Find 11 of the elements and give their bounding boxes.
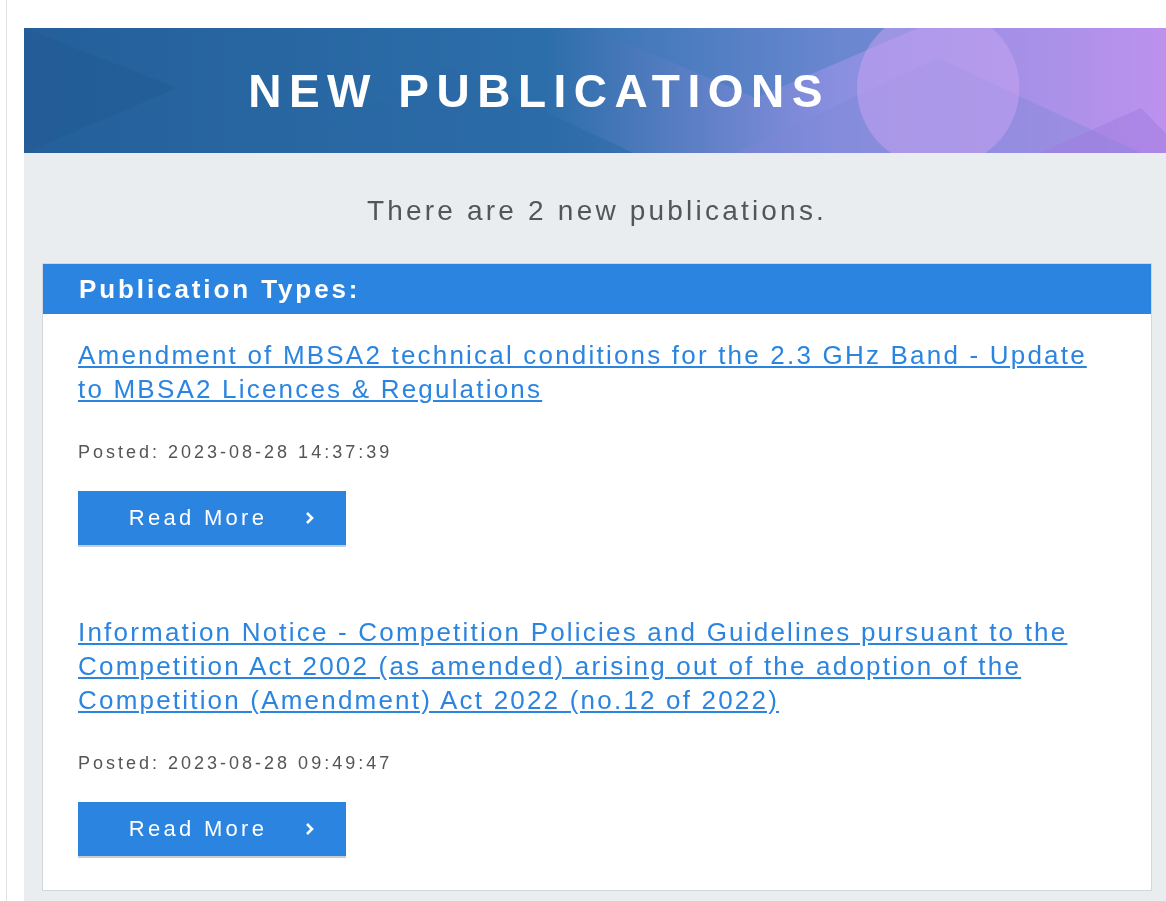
posted-date: Posted: 2023-08-28 09:49:47 (78, 753, 394, 774)
posted-date: Posted: 2023-08-28 14:37:39 (78, 442, 394, 463)
banner-title: NEW PUBLICATIONS (247, 63, 831, 118)
publication-link[interactable]: Amendment of MBSA2 technical conditions for the 2.3 GHz Band - Update to MBSA2 Licences & Regulations (78, 338, 1113, 406)
chevron-icon (305, 511, 316, 525)
read-more-button[interactable]: Read More (78, 491, 346, 547)
section-title: Publication Types: (79, 273, 361, 305)
intro-text: There are 2 new publications. (365, 195, 829, 227)
read-more-button[interactable]: Read More (78, 802, 346, 858)
chevron-icon (305, 822, 316, 836)
publication-link[interactable]: Information Notice - Competition Policies and Guidelines pursuant to the Competition Act 2002 (as amended) arising out of the adoption of the Competition (Amendment) Act 2022 (no.12 of 2022) (78, 615, 1113, 717)
